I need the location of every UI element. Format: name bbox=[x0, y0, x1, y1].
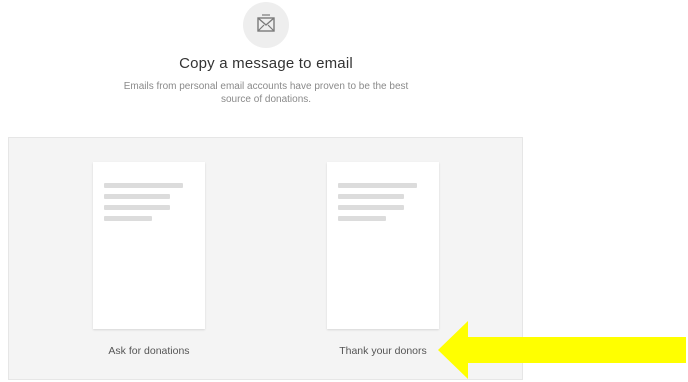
text-placeholder-line bbox=[104, 205, 170, 210]
text-placeholder-line bbox=[104, 183, 183, 188]
arrow-left-icon bbox=[438, 321, 686, 379]
page-title: Copy a message to email bbox=[179, 55, 353, 72]
text-placeholder-line bbox=[338, 216, 386, 221]
text-placeholder-line bbox=[338, 194, 404, 199]
copy-message-page: Copy a message to email Emails from pers… bbox=[0, 0, 688, 382]
template-card-ask-for-donations[interactable] bbox=[93, 162, 205, 329]
text-placeholder-line bbox=[104, 216, 152, 221]
template-label-ask-for-donations[interactable]: Ask for donations bbox=[49, 345, 249, 357]
template-card-thank-your-donors[interactable] bbox=[327, 162, 439, 329]
envelope-icon bbox=[255, 13, 277, 38]
envelope-icon-badge bbox=[243, 2, 289, 48]
text-placeholder-line bbox=[104, 194, 170, 199]
page-subtitle: Emails from personal email accounts have… bbox=[123, 81, 409, 105]
text-placeholder-line bbox=[338, 183, 417, 188]
text-placeholder-line bbox=[338, 205, 404, 210]
